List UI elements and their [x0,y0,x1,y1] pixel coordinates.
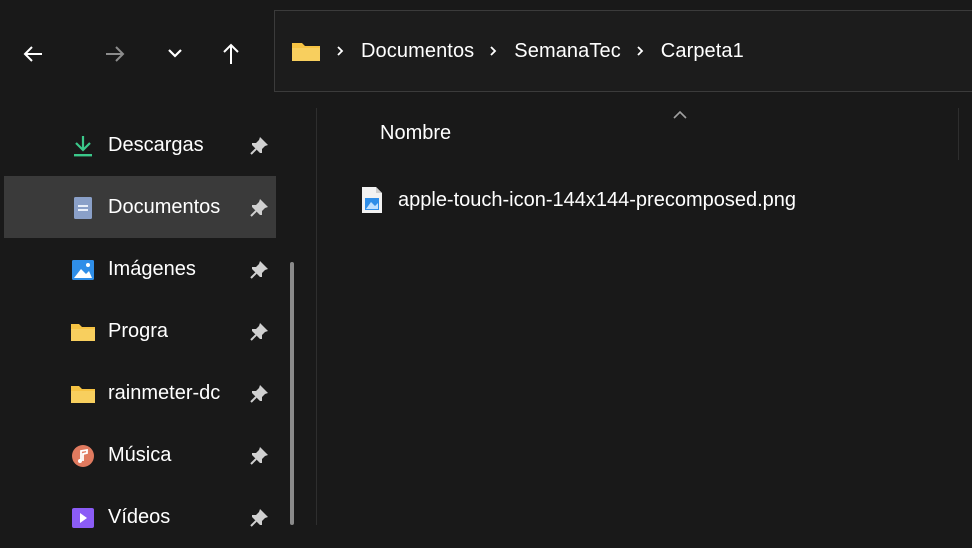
address-bar[interactable]: Documentos SemanaTec Carpeta1 [274,10,972,92]
breadcrumb-separator-icon [333,45,347,57]
column-header-nombre[interactable]: Nombre [380,122,451,145]
breadcrumb-separator-icon [633,45,647,57]
sidebar-item-label: Música [108,444,172,466]
pin-icon[interactable] [248,507,270,529]
folder-icon [292,43,320,61]
sidebar-item-rainmeter[interactable]: rainmeter-dc [4,362,276,424]
sidebar-item-label: Imágenes [108,258,196,280]
sidebar-item-label: Descargas [108,134,204,156]
sidebar-item-imagenes[interactable]: Imágenes [4,238,276,300]
sidebar-scrollbar[interactable] [290,262,294,525]
pin-icon[interactable] [248,383,270,405]
breadcrumb-carpeta1[interactable]: Carpeta1 [661,40,744,63]
breadcrumb-documentos[interactable]: Documentos [361,40,474,63]
navigation-pane: Descargas Documentos Imágenes Progra rai… [0,108,282,528]
sidebar-item-documentos[interactable]: Documentos [4,176,276,238]
chevron-down-icon [168,49,182,58]
pane-divider[interactable] [316,108,317,525]
sidebar-item-label: Vídeos [108,506,171,528]
sidebar-item-progra[interactable]: Progra [4,300,276,362]
sidebar-item-descargas[interactable]: Descargas [4,114,276,176]
sort-ascending-icon [673,110,687,119]
up-button[interactable] [216,34,246,74]
folder-icon [70,319,96,345]
image-file-icon [362,187,382,213]
breadcrumb-separator-icon [486,45,500,57]
music-icon [70,443,96,469]
arrow-left-icon [23,46,42,62]
pin-icon[interactable] [248,197,270,219]
file-name: apple-touch-icon-144x144-precomposed.png [398,188,797,211]
pin-icon[interactable] [248,259,270,281]
download-icon [70,133,96,159]
column-separator[interactable] [958,108,959,160]
file-row[interactable]: apple-touch-icon-144x144-precomposed.png [354,176,972,224]
back-button[interactable] [18,34,48,74]
picture-icon [70,257,96,283]
arrow-right-icon [106,46,125,62]
document-icon [70,195,96,221]
pin-icon[interactable] [248,135,270,157]
sidebar-item-label: Documentos [108,196,221,218]
recent-locations-button[interactable] [160,34,190,74]
forward-button[interactable] [100,34,130,74]
pin-icon[interactable] [248,321,270,343]
arrow-up-icon [223,43,239,64]
sidebar-item-videos[interactable]: Vídeos [4,486,276,548]
pin-icon[interactable] [248,445,270,467]
video-icon [70,505,96,531]
sidebar-item-musica[interactable]: Música [4,424,276,486]
sidebar-item-label: Progra [108,320,169,342]
folder-icon [70,381,96,407]
breadcrumb-semanatec[interactable]: SemanaTec [514,40,621,63]
sidebar-item-label: rainmeter-dc [108,382,221,404]
